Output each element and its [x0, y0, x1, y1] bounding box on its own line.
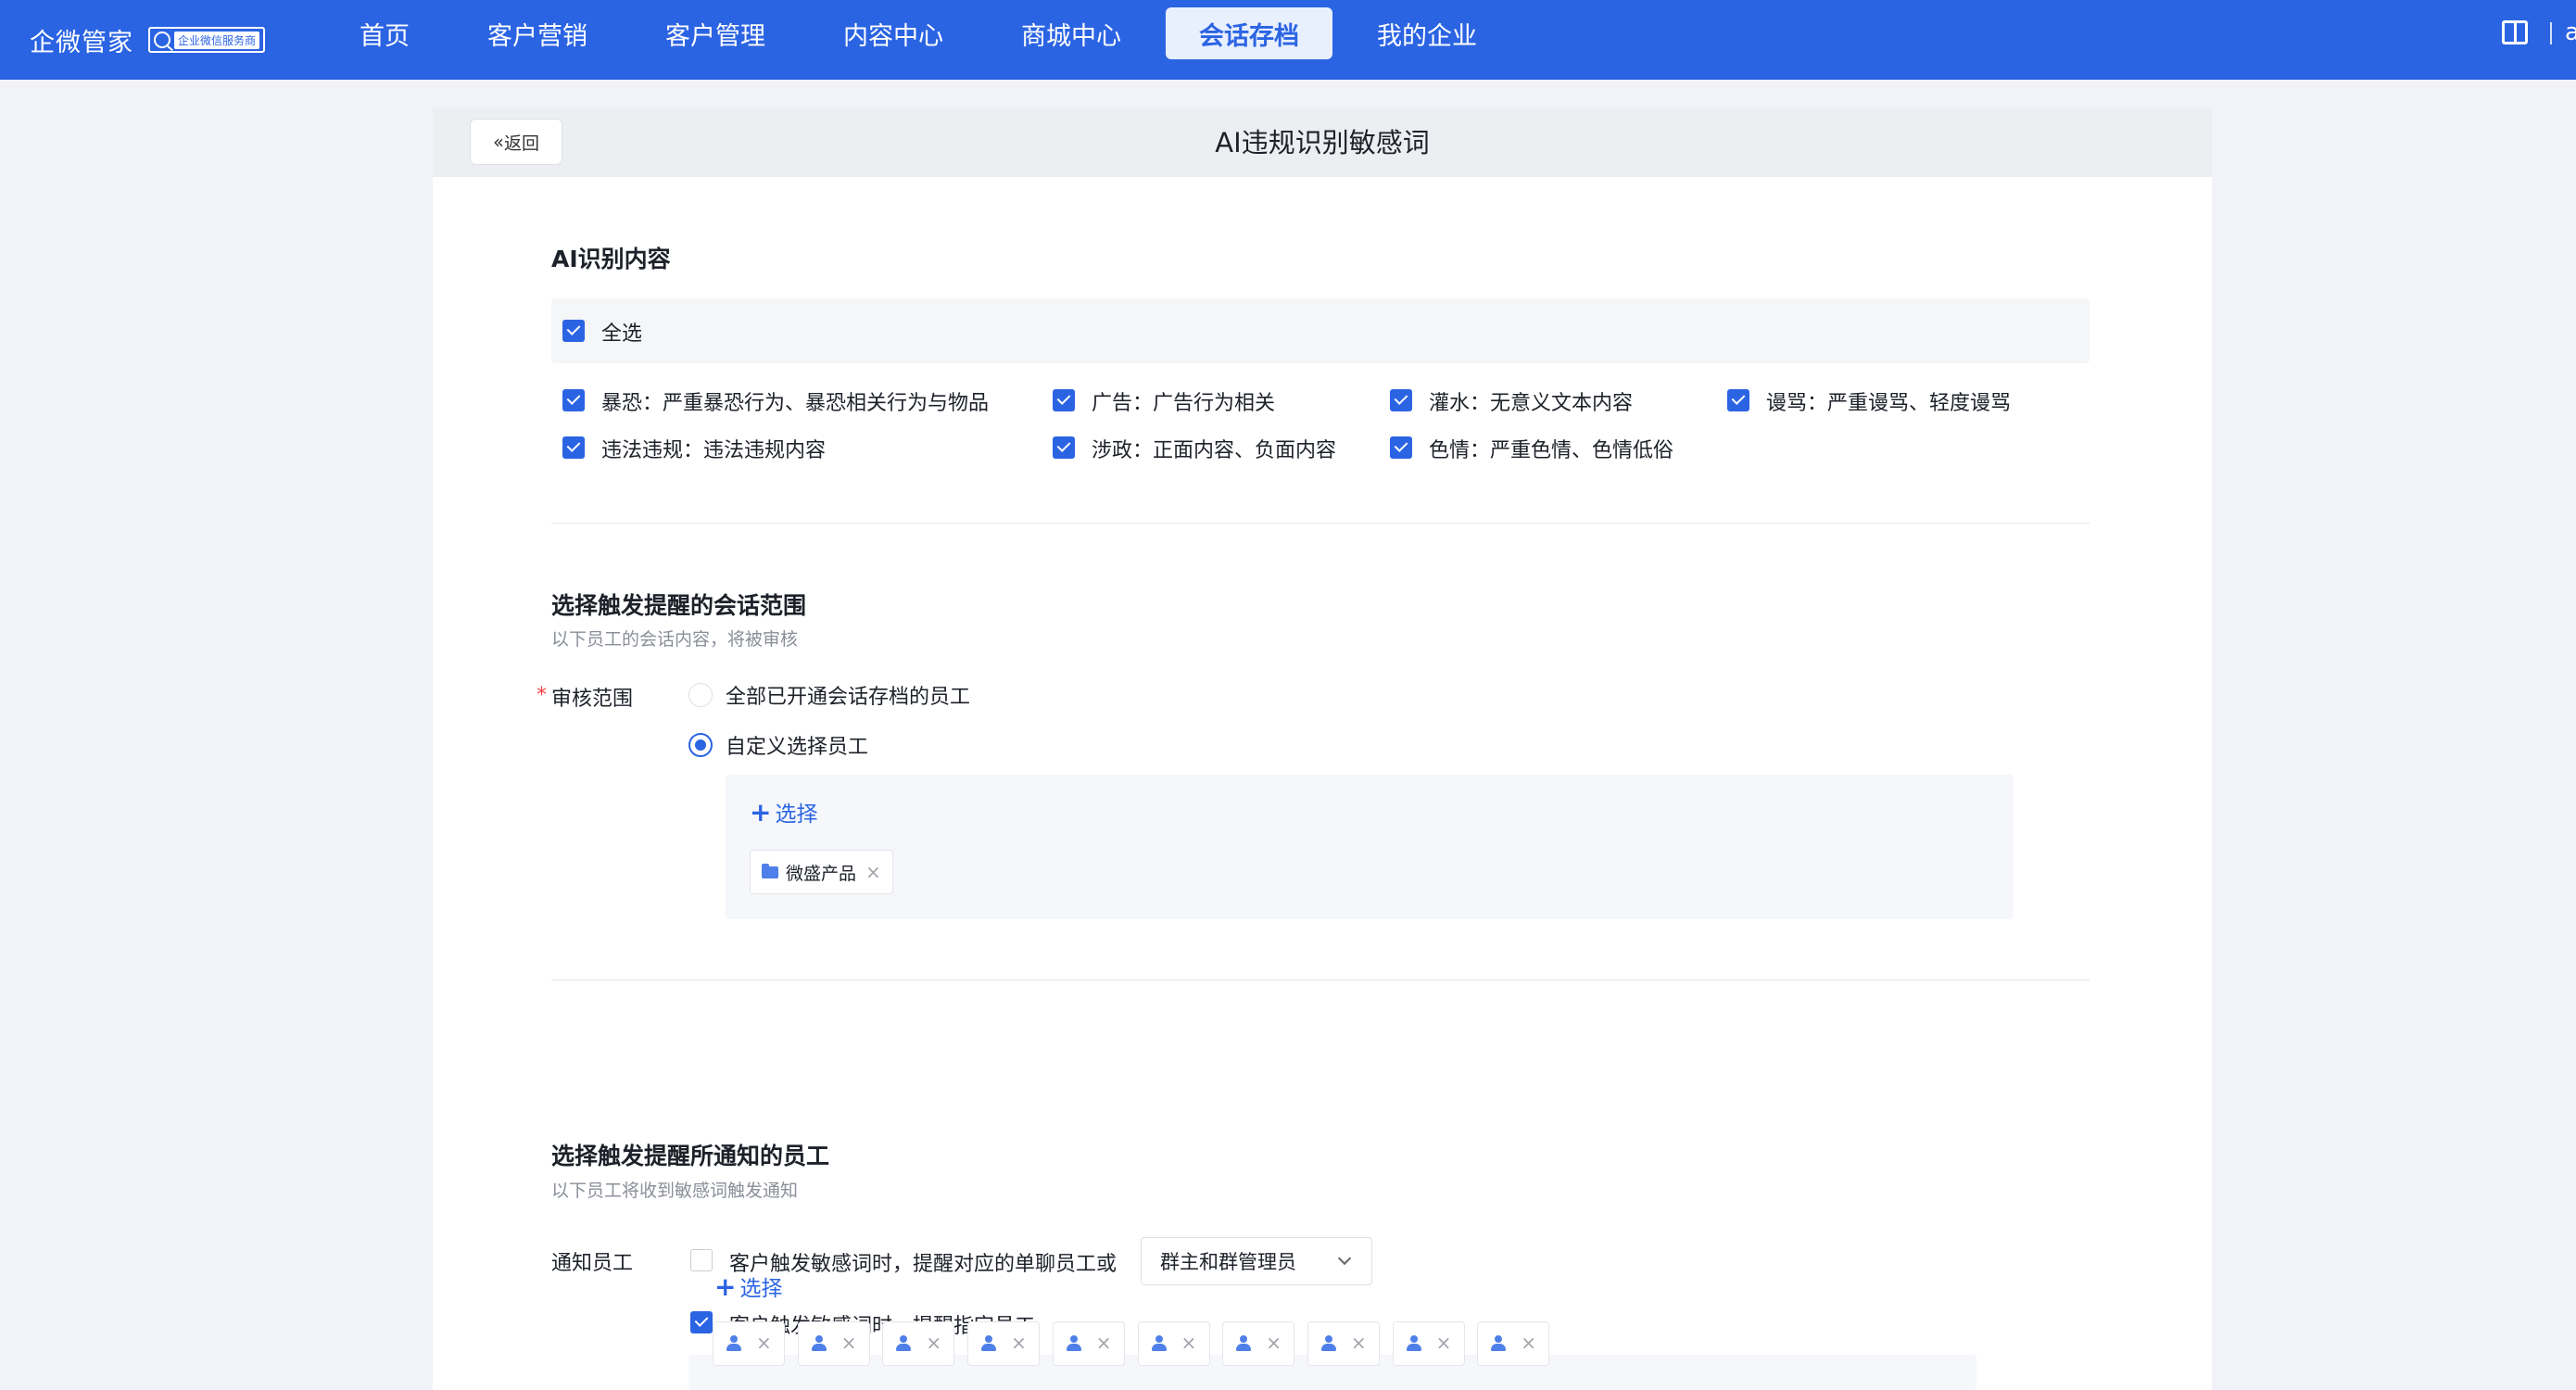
category-label-illegal: 违法违规：违法违规内容	[601, 439, 827, 462]
section-subtitle-review-scope: 以下员工的会话内容，将被审核	[551, 629, 799, 650]
notify-target-select[interactable]: 群主和群管理员	[1141, 1237, 1372, 1285]
section-divider	[551, 523, 2090, 524]
card-header: AI违规识别敏感词 ‹‹ 返回	[433, 108, 2212, 177]
employee-tag: ×	[882, 1321, 955, 1366]
section-title-review-scope: 选择触发提醒的会话范围	[551, 592, 807, 619]
review-scope-label: 审核范围	[551, 688, 634, 711]
folder-icon	[762, 863, 778, 878]
nav-item-customer-management[interactable]: 客户管理	[652, 7, 778, 59]
checkbox-illegal[interactable]	[562, 436, 585, 459]
close-icon[interactable]: ×	[841, 1332, 857, 1354]
notify-select-button[interactable]: + 选择	[714, 1270, 782, 1302]
close-icon[interactable]: ×	[756, 1332, 772, 1354]
brand-logo[interactable]: 企微管家 企业微信服务商	[30, 19, 266, 61]
employee-tag: ×	[713, 1321, 785, 1366]
back-button-label: 返回	[503, 133, 539, 154]
category-label-spam: 灌水：无意义文本内容	[1429, 392, 1634, 415]
checkbox-politics[interactable]	[1053, 436, 1075, 459]
radio-all-employees[interactable]	[688, 683, 713, 707]
employee-tag: ×	[967, 1321, 1041, 1366]
checkbox-notify-chat-owner[interactable]	[690, 1249, 713, 1271]
category-label-ads: 广告：广告行为相关	[1092, 392, 1276, 415]
top-nav-bar: 企微管家 企业微信服务商 首页 客户营销 客户管理 内容中心 商城中心 会话存档…	[0, 0, 2576, 80]
user-icon	[726, 1335, 741, 1352]
user-account-name[interactable]: a	[2565, 19, 2576, 46]
review-select-button[interactable]: + 选择	[750, 796, 817, 828]
employee-tag: ×	[1137, 1321, 1210, 1366]
nav-item-my-enterprise[interactable]: 我的企业	[1364, 7, 1490, 59]
close-icon[interactable]: ×	[1096, 1332, 1112, 1354]
checkbox-ads[interactable]	[1053, 389, 1075, 411]
service-provider-badge: 企业微信服务商	[148, 27, 266, 53]
nav-item-mall-center[interactable]: 商城中心	[1008, 7, 1134, 59]
section-title-notify-employees: 选择触发提醒所通知的员工	[551, 1143, 830, 1169]
radio-custom-employees[interactable]	[688, 733, 713, 757]
employee-tag: ×	[1052, 1321, 1125, 1366]
select-all-bar	[551, 298, 2090, 363]
section-title-ai-content: AI识别内容	[551, 246, 671, 272]
review-employee-picker	[726, 775, 2014, 919]
notify-target-value: 群主和群管理员	[1160, 1251, 1296, 1273]
notify-employees-label: 通知员工	[551, 1252, 634, 1275]
category-label-terror: 暴恐：严重暴恐行为、暴恐相关行为与物品	[601, 392, 990, 415]
required-mark: *	[537, 684, 547, 707]
select-all-checkbox[interactable]	[562, 320, 585, 342]
checkbox-terror[interactable]	[562, 389, 585, 411]
close-icon[interactable]: ×	[1181, 1332, 1197, 1354]
checkbox-spam[interactable]	[1390, 389, 1412, 411]
settings-card: AI违规识别敏感词 ‹‹ 返回 AI识别内容 全选 暴恐：严重暴恐行为、暴恐相关…	[433, 108, 2212, 1390]
category-label-politics: 涉政：正面内容、负面内容	[1092, 439, 1337, 462]
nav-item-session-archive[interactable]: 会话存档	[1166, 7, 1332, 59]
section-subtitle-notify-employees: 以下员工将收到敏感词触发通知	[551, 1181, 799, 1201]
close-icon[interactable]: ×	[1521, 1332, 1536, 1354]
radio-custom-employees-label: 自定义选择员工	[726, 736, 869, 759]
book-icon[interactable]	[2502, 20, 2528, 44]
department-tag-label: 微盛产品	[786, 863, 857, 884]
close-icon[interactable]: ×	[865, 861, 881, 883]
nav-item-home[interactable]: 首页	[334, 7, 436, 59]
department-tag: 微盛产品 ×	[750, 850, 893, 894]
close-icon[interactable]: ×	[1011, 1332, 1027, 1354]
nav-item-content-center[interactable]: 内容中心	[830, 7, 956, 59]
user-icon	[981, 1335, 997, 1352]
back-button[interactable]: ‹‹ 返回	[470, 119, 562, 165]
category-label-porn: 色情：严重色情、色情低俗	[1429, 439, 1674, 462]
select-all-label: 全选	[601, 322, 643, 346]
user-icon	[1236, 1335, 1252, 1352]
employee-tag: ×	[1392, 1321, 1465, 1366]
user-icon	[811, 1335, 827, 1352]
user-icon	[896, 1335, 912, 1352]
close-icon[interactable]: ×	[1266, 1332, 1282, 1354]
employee-tag: ×	[1477, 1321, 1550, 1366]
close-icon[interactable]: ×	[926, 1332, 941, 1354]
employee-tag: ×	[1222, 1321, 1295, 1366]
chat-bubble-icon	[154, 32, 170, 48]
topbar-divider	[2550, 22, 2552, 44]
section-divider	[551, 979, 2090, 980]
user-icon	[1320, 1335, 1336, 1352]
user-icon	[1066, 1335, 1081, 1352]
double-chevron-left-icon: ‹‹	[492, 131, 504, 153]
plus-icon: +	[750, 797, 772, 828]
chevron-down-icon	[1337, 1251, 1352, 1266]
notify-chat-owner-label: 客户触发敏感词时，提醒对应的单聊员工或	[729, 1253, 1118, 1276]
radio-all-employees-label: 全部已开通会话存档的员工	[726, 686, 971, 709]
plus-icon: +	[714, 1271, 737, 1302]
user-icon	[1406, 1335, 1421, 1352]
user-icon	[1151, 1335, 1167, 1352]
checkbox-notify-specified[interactable]	[690, 1311, 713, 1333]
nav-item-customer-marketing[interactable]: 客户营销	[474, 7, 600, 59]
category-label-abuse: 谩骂：严重谩骂、轻度谩骂	[1766, 392, 2012, 415]
brand-name: 企微管家	[30, 28, 133, 57]
close-icon[interactable]: ×	[1351, 1332, 1367, 1354]
checkbox-porn[interactable]	[1390, 436, 1412, 459]
checkbox-abuse[interactable]	[1727, 389, 1749, 411]
close-icon[interactable]: ×	[1436, 1332, 1452, 1354]
page-title: AI违规识别敏感词	[1215, 127, 1430, 158]
employee-tag: ×	[797, 1321, 870, 1366]
employee-tag: ×	[1307, 1321, 1380, 1366]
user-icon	[1491, 1335, 1507, 1352]
